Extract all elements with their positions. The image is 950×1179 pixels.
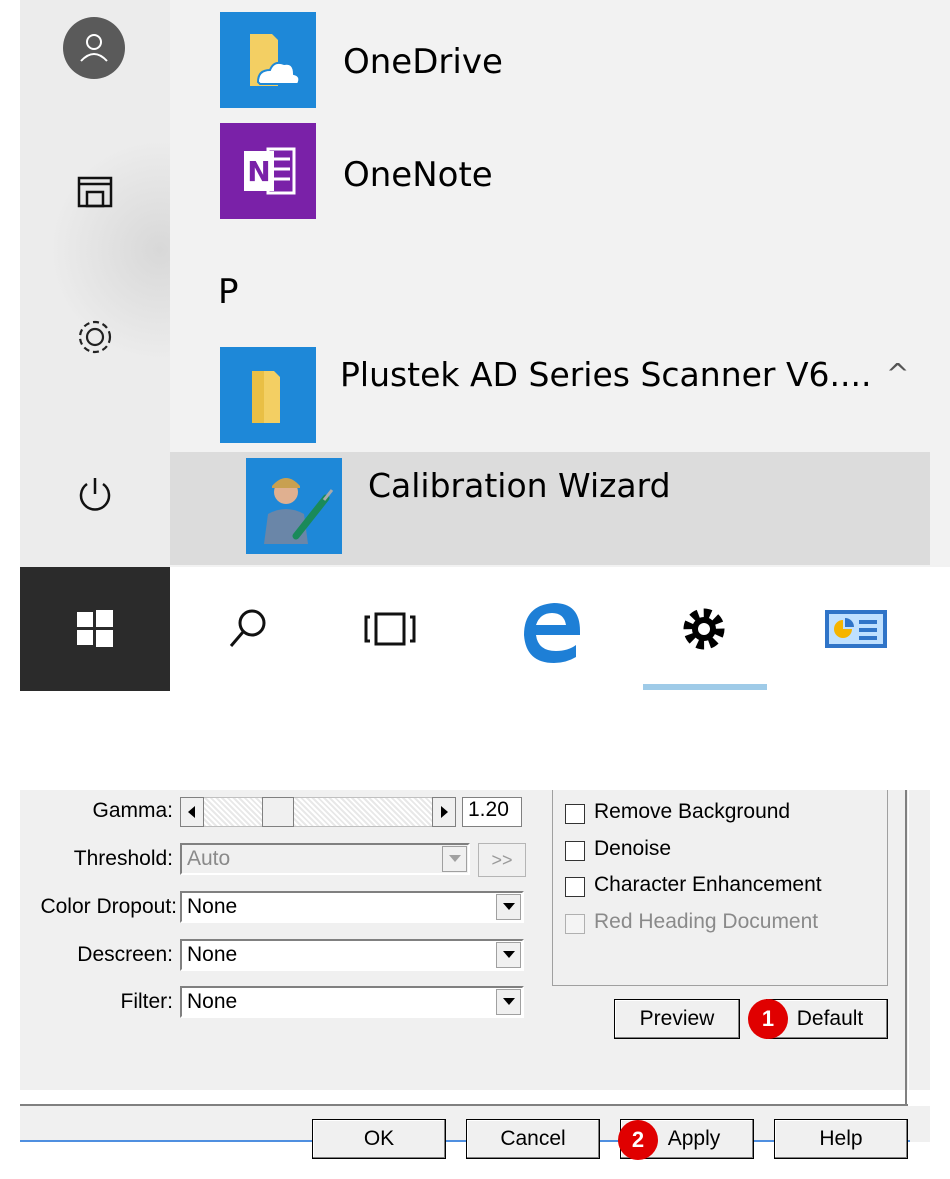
gamma-slider-track[interactable] xyxy=(180,797,456,827)
settings-gear-icon xyxy=(683,608,725,650)
color-dropout-select[interactable]: None xyxy=(180,891,524,923)
app-label-calibration-wizard[interactable]: Calibration Wizard xyxy=(368,466,671,505)
cancel-button[interactable]: Cancel xyxy=(466,1119,600,1159)
search-icon xyxy=(229,609,266,647)
threshold-dropdown-button xyxy=(442,846,467,872)
edge-browser-icon xyxy=(524,603,580,663)
documents-icon[interactable] xyxy=(63,160,127,224)
account-icon xyxy=(80,34,108,62)
calibration-wizard-icon xyxy=(264,478,334,544)
gamma-label: Gamma: xyxy=(92,799,173,822)
character-enhancement-label[interactable]: Character Enhancement xyxy=(594,873,822,897)
threshold-more-button: >> xyxy=(478,843,526,877)
start-button[interactable] xyxy=(20,567,170,691)
threshold-label: Threshold: xyxy=(73,847,173,870)
remove-background-checkbox[interactable] xyxy=(565,804,585,824)
onedrive-tile[interactable] xyxy=(220,12,316,108)
descreen-value: None xyxy=(187,943,238,966)
denoise-checkbox[interactable] xyxy=(565,841,585,861)
search-button[interactable] xyxy=(208,593,288,665)
help-button[interactable]: Help xyxy=(774,1119,908,1159)
gamma-slider-thumb[interactable] xyxy=(262,797,294,827)
descreen-select[interactable]: None xyxy=(180,939,524,971)
filter-label: Filter: xyxy=(120,990,174,1013)
chevron-up-icon[interactable]: ^ xyxy=(886,357,909,390)
color-dropout-dropdown-button[interactable] xyxy=(496,894,521,920)
chevron-down-icon xyxy=(448,855,461,862)
svg-text:N: N xyxy=(247,155,270,188)
settings-taskbar-button[interactable] xyxy=(664,593,744,665)
red-heading-document-label: Red Heading Document xyxy=(594,910,819,933)
descreen-label: Descreen: xyxy=(77,943,173,966)
app-label-onenote[interactable]: OneNote xyxy=(343,155,493,195)
folder-icon xyxy=(252,371,280,423)
task-view-button[interactable] xyxy=(350,593,430,665)
filter-select[interactable]: None xyxy=(180,986,524,1018)
denoise-label[interactable]: Denoise xyxy=(594,837,671,861)
section-letter-p[interactable]: P xyxy=(218,272,239,312)
power-icon xyxy=(79,478,111,511)
control-panel-button[interactable] xyxy=(816,593,896,665)
app-label-plustek-folder[interactable]: Plustek AD Series Scanner V6.... xyxy=(340,355,872,394)
edge-button[interactable] xyxy=(512,593,592,665)
gamma-slider-left-arrow[interactable] xyxy=(180,797,204,827)
active-app-indicator xyxy=(643,684,767,690)
settings-gear-icon xyxy=(78,320,112,354)
account-icon[interactable] xyxy=(63,17,125,79)
gamma-slider-right-arrow[interactable] xyxy=(432,797,456,827)
task-view-icon xyxy=(364,612,416,646)
arrow-left-icon xyxy=(188,806,195,818)
control-panel-icon xyxy=(825,610,887,648)
windows-start-icon xyxy=(77,610,113,647)
onedrive-icon xyxy=(250,34,301,86)
filter-dropdown-button[interactable] xyxy=(496,989,521,1015)
color-dropout-value: None xyxy=(187,895,238,918)
folder-tile[interactable] xyxy=(220,347,316,443)
chevron-down-icon xyxy=(502,998,515,1005)
gamma-value-field[interactable]: 1.20 xyxy=(462,797,522,827)
remove-background-label[interactable]: Remove Background xyxy=(594,800,790,824)
calibration-wizard-tile[interactable] xyxy=(246,458,342,554)
threshold-value: Auto xyxy=(187,847,231,870)
ok-button[interactable]: OK xyxy=(312,1119,446,1159)
descreen-dropdown-button[interactable] xyxy=(496,942,521,968)
color-dropout-label: Color Dropout: xyxy=(40,895,177,918)
onenote-tile[interactable]: N xyxy=(220,123,316,219)
red-heading-document-checkbox xyxy=(565,914,585,934)
app-label-onedrive[interactable]: OneDrive xyxy=(343,42,503,82)
dialog-border-right-highlight xyxy=(908,790,909,1106)
step-badge-2: 2 xyxy=(618,1120,658,1160)
threshold-combo: Auto xyxy=(180,843,470,875)
onenote-icon: N xyxy=(244,147,296,195)
step-badge-1: 1 xyxy=(748,999,788,1039)
chevron-down-icon xyxy=(502,951,515,958)
settings-icon[interactable] xyxy=(63,305,127,369)
preview-button[interactable]: Preview xyxy=(614,999,740,1039)
filter-value: None xyxy=(187,990,238,1013)
character-enhancement-checkbox[interactable] xyxy=(565,877,585,897)
arrow-right-icon xyxy=(441,806,448,818)
power-icon[interactable] xyxy=(63,462,127,526)
dialog-border-right xyxy=(905,790,907,1106)
documents-icon xyxy=(77,176,113,208)
chevron-down-icon xyxy=(502,903,515,910)
